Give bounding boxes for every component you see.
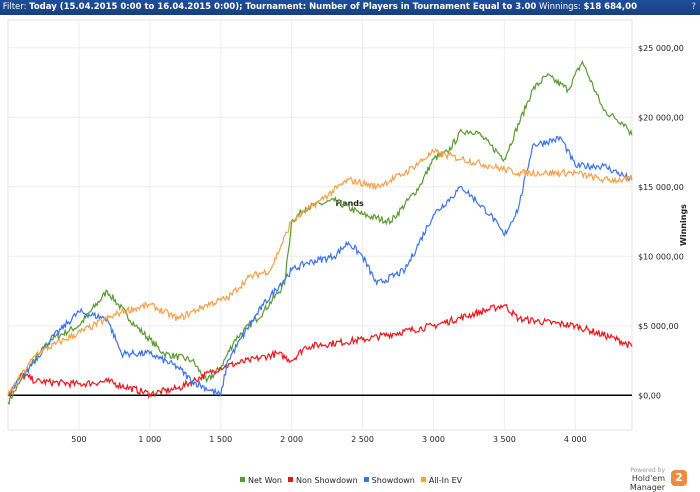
x-tick-label: 1 000: [138, 435, 161, 444]
y-tick-label: $10 000,00: [638, 252, 684, 261]
x-tick-label: 2 000: [280, 435, 303, 444]
legend-item[interactable]: Non Showdown: [288, 476, 358, 485]
x-tick-label: 4 000: [564, 435, 587, 444]
powered-by: Powered by: [630, 467, 665, 474]
x-tick-label: 3 500: [493, 435, 516, 444]
brand-name: Hold'em Manager: [629, 474, 665, 492]
x-tick-label: 2 500: [351, 435, 374, 444]
legend: Net Won Non Showdown Showdown All-In EV: [240, 476, 462, 485]
legend-label: All-In EV: [428, 476, 463, 485]
legend-item[interactable]: Net Won: [240, 476, 282, 485]
legend-label: Showdown: [371, 476, 415, 485]
y-tick-label: $15 000,00: [638, 183, 684, 192]
winnings-chart: 500 1 000 1 500 2 000 2 500 3 000 3 500 4 000 $0…: [7, 19, 688, 444]
legend-swatch: [420, 477, 426, 482]
branding: Powered by Hold'em Manager: [605, 467, 665, 492]
legend-item[interactable]: All-In EV: [420, 476, 463, 485]
legend-label: Net Won: [248, 476, 282, 485]
y-tick-label: $20 000,00: [638, 113, 684, 122]
legend-swatch: [288, 477, 293, 482]
y-tick-label: $0,00: [638, 391, 661, 400]
x-tick-label: 3 000: [422, 435, 445, 444]
legend-swatch: [363, 477, 369, 482]
y-axis-title: Winnings: [679, 204, 688, 246]
legend-swatch: [240, 477, 245, 482]
y-tick-label: $5 000,00: [638, 322, 679, 331]
plot-area: [7, 19, 633, 431]
x-tick-label: 500: [71, 435, 86, 444]
hem-logo-icon: 2: [671, 470, 687, 486]
legend-label: Non Showdown: [296, 476, 358, 485]
legend-item[interactable]: Showdown: [363, 476, 415, 485]
y-tick-label: $25 000,00: [638, 44, 684, 53]
x-tick-label: 1 500: [209, 435, 232, 444]
